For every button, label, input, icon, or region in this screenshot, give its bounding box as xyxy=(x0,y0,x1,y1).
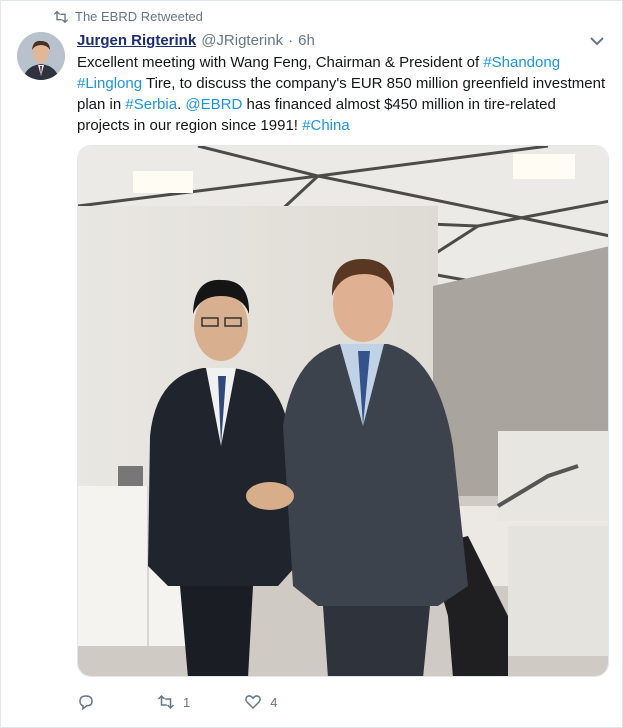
mention-link[interactable]: @EBRD xyxy=(185,96,242,113)
retweet-context[interactable]: The EBRD Retweeted xyxy=(53,9,203,24)
reply-icon xyxy=(79,695,93,711)
hashtag-link[interactable]: #Shandong xyxy=(483,54,560,71)
tweet-card[interactable]: The EBRD Retweeted Jurgen Rigterink @JRi… xyxy=(0,0,623,728)
like-button[interactable]: 4 xyxy=(244,693,277,711)
tweet-header: Jurgen Rigterink @JRigterink · 6h xyxy=(77,32,315,49)
retweet-label: The EBRD Retweeted xyxy=(75,9,203,24)
timestamp[interactable]: 6h xyxy=(298,32,315,49)
author-name[interactable]: Jurgen Rigterink xyxy=(77,32,196,49)
hashtag-link[interactable]: #Linglong xyxy=(77,75,142,92)
like-count: 4 xyxy=(270,694,278,710)
reply-button[interactable] xyxy=(77,693,103,711)
retweet-count: 1 xyxy=(183,694,191,710)
tweet-actions: 1 4 xyxy=(77,693,331,711)
hashtag-link[interactable]: #Serbia xyxy=(125,96,177,113)
tweet-photo[interactable] xyxy=(77,145,609,677)
avatar[interactable] xyxy=(17,32,65,80)
retweet-icon xyxy=(53,10,69,23)
tweet-text: Excellent meeting with Wang Feng, Chairm… xyxy=(77,52,607,136)
retweet-button[interactable]: 1 xyxy=(157,693,190,711)
heart-icon xyxy=(245,695,262,710)
author-handle[interactable]: @JRigterink xyxy=(201,32,283,49)
separator-dot: · xyxy=(288,32,294,49)
retweet-icon xyxy=(157,694,175,710)
chevron-down-icon[interactable] xyxy=(590,36,604,46)
tweet-text-segment: Excellent meeting with Wang Feng, Chairm… xyxy=(77,54,484,71)
hashtag-link[interactable]: #China xyxy=(302,117,350,134)
